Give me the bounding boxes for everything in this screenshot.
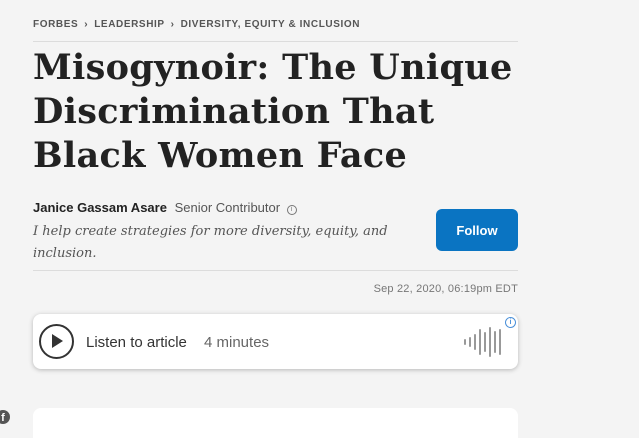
breadcrumb: FORBES › LEADERSHIP › DIVERSITY, EQUITY … [33,19,518,42]
author-bio: I help create strategies for more divers… [33,224,388,261]
follow-button[interactable]: Follow [436,209,518,251]
page-title: Misogynoir: The Unique Discrimination Th… [33,47,513,176]
listen-to-article-card[interactable]: Listen to article 4 minutes i [33,314,518,369]
ad-info-icon[interactable]: i [505,317,516,328]
author-role: Senior Contributor [174,200,281,215]
chevron-right-icon: › [170,19,175,30]
waveform-icon [464,327,501,357]
publish-date: Sep 22, 2020, 06:19pm EDT [373,283,518,295]
divider [33,270,518,271]
listen-duration: 4 minutes [204,334,270,351]
listen-label: Listen to article [86,334,187,351]
breadcrumb-forbes[interactable]: FORBES [33,19,78,30]
play-icon[interactable] [39,324,74,359]
breadcrumb-leadership[interactable]: LEADERSHIP [94,19,164,30]
content-card [33,408,518,438]
breadcrumb-diversity[interactable]: DIVERSITY, EQUITY & INCLUSION [181,19,360,30]
chevron-right-icon: › [84,19,89,30]
facebook-icon[interactable]: f [0,410,10,424]
info-icon[interactable]: i [286,205,297,215]
author-name[interactable]: Janice Gassam Asare [33,200,167,215]
